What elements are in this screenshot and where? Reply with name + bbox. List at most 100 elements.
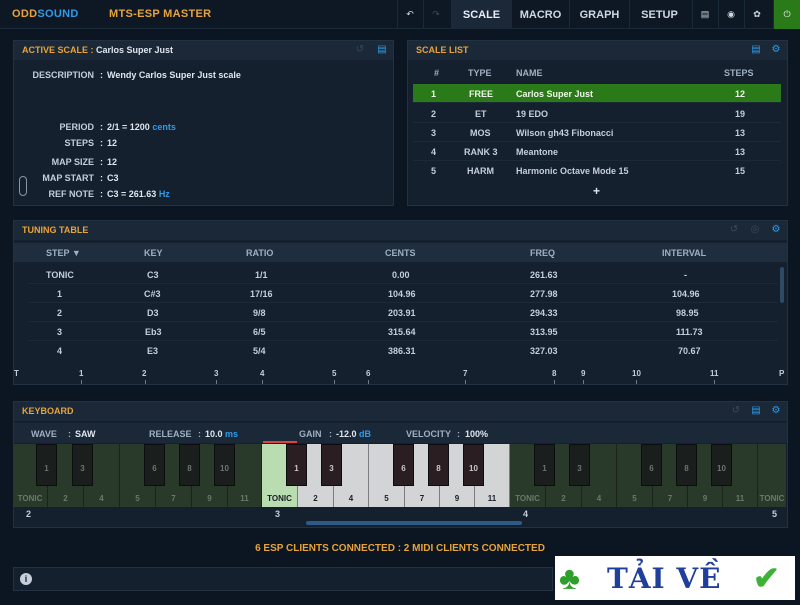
check-icon: ✔ — [753, 560, 780, 596]
tuning-row-tonic[interactable]: TONIC C3 1/1 0.00 261.63 - — [28, 265, 778, 284]
view-button[interactable]: ◉ — [718, 0, 743, 29]
col-step[interactable]: STEP ▼ — [46, 248, 81, 258]
tuning-row-4[interactable]: 4 E3 5/4 386.31 327.03 70.67 — [28, 341, 778, 360]
black-key[interactable]: 6 — [641, 444, 662, 486]
reset-icon[interactable]: ↺ — [728, 224, 740, 236]
key-label: 10 — [717, 464, 726, 473]
tuning-row-3[interactable]: 3 Eb3 6/5 315.64 313.95 111.73 — [28, 322, 778, 341]
col-freq[interactable]: FREQ — [530, 248, 555, 258]
scale-steps: 13 — [735, 128, 746, 138]
tuning-ratio: 6/5 — [253, 327, 266, 337]
black-key[interactable]: 1 — [286, 444, 307, 486]
gear-icon[interactable]: ⚙ — [770, 405, 782, 417]
black-key[interactable]: 8 — [179, 444, 200, 486]
black-key[interactable]: 3 — [569, 444, 590, 486]
col-cents[interactable]: CENTS — [385, 248, 416, 258]
reset-icon[interactable]: ↺ — [730, 405, 742, 417]
keyboard-scrollbar[interactable] — [306, 521, 522, 525]
ruler-step: 6 — [366, 369, 371, 378]
tuning-key: C3 — [147, 270, 159, 280]
col-ratio[interactable]: RATIO — [246, 248, 273, 258]
col-interval[interactable]: INTERVAL — [662, 248, 706, 258]
document-icon[interactable]: ▤ — [750, 44, 762, 56]
black-key[interactable]: 6 — [393, 444, 414, 486]
ref-note-colon: : — [100, 189, 103, 199]
black-key[interactable]: 3 — [72, 444, 93, 486]
gear-icon[interactable]: ⚙ — [770, 224, 782, 236]
map-size-value[interactable]: 12 — [107, 157, 117, 167]
tuning-key: C#3 — [144, 289, 161, 299]
ruler-step: 10 — [632, 369, 641, 378]
white-key[interactable]: TONIC — [758, 444, 786, 507]
velocity-value[interactable]: 100% — [465, 429, 488, 439]
top-bar: ODDSOUND MTS-ESP MASTER ↶ ↷ SCALE MACRO … — [0, 0, 800, 29]
active-scale-name: Carlos Super Just — [96, 45, 174, 55]
power-button[interactable]: ⏻ — [773, 0, 800, 29]
black-key[interactable]: 6 — [144, 444, 165, 486]
key-label: TONIC — [759, 494, 785, 503]
key-label: TONIC — [17, 494, 43, 503]
piano-keyboard[interactable]: TONIC 2 4 5 7 9 11 TONIC 2 4 5 7 9 11 TO… — [13, 444, 786, 507]
black-key[interactable]: 10 — [214, 444, 235, 486]
scale-row-3[interactable]: 3 MOS Wilson gh43 Fibonacci 13 — [413, 123, 781, 142]
black-key[interactable]: 10 — [463, 444, 484, 486]
tab-scale[interactable]: SCALE — [451, 0, 511, 29]
scale-row-2[interactable]: 2 ET 19 EDO 19 — [413, 104, 781, 123]
tuning-row-2[interactable]: 2 D3 9/8 203.91 294.33 98.95 — [28, 303, 778, 322]
black-key[interactable]: 1 — [534, 444, 555, 486]
ruler-step: 1 — [79, 369, 84, 378]
description-label: DESCRIPTION — [32, 70, 94, 80]
key-label: 11 — [487, 494, 497, 503]
scale-row-1[interactable]: 1 FREE Carlos Super Just 12 — [413, 84, 781, 103]
black-key[interactable]: 3 — [321, 444, 342, 486]
map-start-value[interactable]: C3 — [107, 173, 119, 183]
redo-button[interactable]: ↷ — [423, 0, 448, 29]
tuning-ratio: 17/16 — [250, 289, 273, 299]
add-scale-button[interactable]: + — [593, 184, 600, 198]
scale-num: 5 — [431, 166, 437, 176]
map-start-colon: : — [100, 173, 103, 183]
tuning-step: 1 — [57, 289, 63, 299]
black-key[interactable]: 8 — [428, 444, 449, 486]
tuning-scrollbar[interactable] — [780, 267, 784, 303]
reset-icon[interactable]: ↺ — [354, 44, 366, 56]
tuning-row-1[interactable]: 1 C#3 17/16 104.96 277.98 104.96 — [28, 284, 778, 303]
scale-row-5[interactable]: 5 HARM Harmonic Octave Mode 15 15 — [413, 161, 781, 180]
gear-icon[interactable]: ⚙ — [770, 44, 782, 56]
black-key[interactable]: 1 — [36, 444, 57, 486]
release-value[interactable]: 10.0 ms — [205, 429, 238, 439]
link-icon[interactable] — [19, 176, 27, 196]
ruler-tick — [216, 380, 217, 384]
steps-value[interactable]: 12 — [107, 138, 117, 148]
period-value[interactable]: 2/1 = 1200 cents — [107, 122, 176, 132]
key-label: 3 — [577, 464, 582, 473]
tuning-cents: 104.96 — [388, 289, 416, 299]
scale-row-4[interactable]: 4 RANK 3 Meantone 13 — [413, 142, 781, 161]
tuning-key: Eb3 — [145, 327, 162, 337]
document-icon[interactable]: ▤ — [750, 405, 762, 417]
description-value[interactable]: Wendy Carlos Super Just scale — [107, 70, 241, 80]
info-icon[interactable]: i — [20, 573, 32, 585]
black-key[interactable]: 8 — [676, 444, 697, 486]
document-icon[interactable]: ▤ — [376, 44, 388, 56]
col-key[interactable]: KEY — [144, 248, 163, 258]
scale-list-rows: 1 FREE Carlos Super Just 12 2 ET 19 EDO … — [413, 84, 781, 184]
black-key[interactable]: 10 — [711, 444, 732, 486]
ruler-step: 2 — [142, 369, 147, 378]
gain-value[interactable]: -12.0 dB — [336, 429, 371, 439]
ruler-step: 11 — [710, 369, 719, 378]
undo-button[interactable]: ↶ — [397, 0, 422, 29]
ref-note-value[interactable]: C3 = 261.63 Hz — [107, 189, 170, 199]
tuning-table-title: TUNING TABLE — [22, 225, 89, 235]
document-button[interactable]: ▤ — [692, 0, 717, 29]
tuning-freq: 327.03 — [530, 346, 558, 356]
tab-macro[interactable]: MACRO — [511, 0, 569, 29]
wave-value[interactable]: SAW — [75, 429, 96, 439]
tuning-ratio: 9/8 — [253, 308, 266, 318]
tab-graph[interactable]: GRAPH — [569, 0, 629, 29]
key-label: 5 — [135, 494, 140, 503]
tab-setup[interactable]: SETUP — [629, 0, 689, 29]
palette-button[interactable]: ✿ — [744, 0, 769, 29]
scale-type: RANK 3 — [464, 147, 498, 157]
target-icon[interactable]: ◎ — [749, 224, 761, 236]
